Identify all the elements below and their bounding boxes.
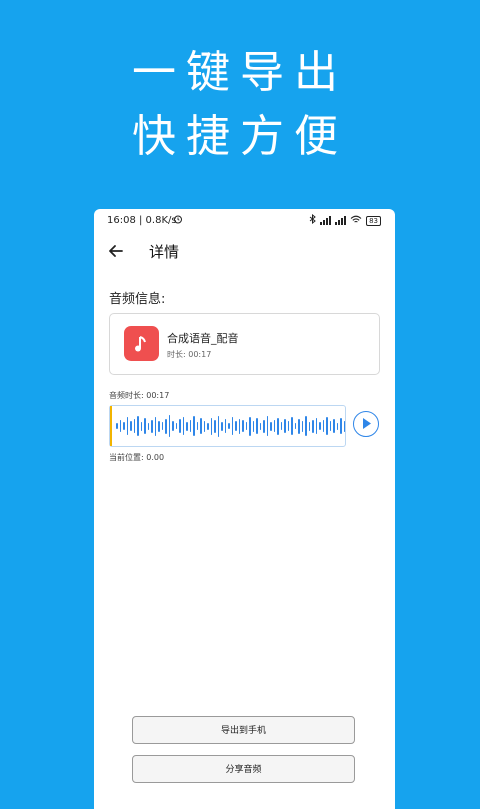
waveform-bar [126,417,128,435]
waveform-bar [217,415,219,437]
waveform-bar [336,422,338,430]
waveform-bar [319,422,321,430]
waveform-bar [154,416,156,436]
waveform-bar [210,417,212,435]
waveform-bar [249,416,251,436]
waveform-bar [140,421,142,431]
waveform-bar [189,420,191,432]
waveform-bar [151,419,153,433]
waveform-bar [242,420,244,432]
waveform-bar [329,421,331,431]
waveform-bar [161,422,163,430]
waveform[interactable] [109,405,346,447]
promo-headline-2: 快捷方便 [132,111,348,162]
waveform-bar [224,419,226,433]
waveform-bar [284,419,286,433]
waveform-bars [116,406,345,446]
waveform-bar [116,423,118,429]
waveform-bar [277,417,279,435]
audio-length-label: 音频时长: 00:17 [109,391,170,400]
waveform-bar [312,419,314,433]
waveform-bar [340,418,342,434]
waveform-bar [165,418,167,434]
waveform-bar [130,421,132,431]
waveform-bar [133,419,135,433]
waveform-bar [214,419,216,433]
waveform-bar [270,421,272,431]
waveform-bar [235,421,237,431]
playhead-cursor[interactable] [110,406,112,446]
waveform-bar [266,416,268,436]
play-button[interactable] [353,411,379,437]
waveform-bar [158,420,160,432]
current-position-label: 当前位置: 0.00 [109,453,165,462]
waveform-bar [172,421,174,431]
phone-screen: 16:08 | 0.8K/s 83 详情 音频信息: 合成语音_配音 时长: 0… [94,209,395,809]
waveform-bar [322,420,324,432]
waveform-bar [252,420,254,432]
waveform-bar [196,422,198,430]
waveform-bar [287,421,289,431]
waveform-bar [305,416,307,436]
status-bar: 16:08 | 0.8K/s 83 [94,209,395,233]
waveform-bar [308,421,310,431]
waveform-bar [298,418,300,434]
music-note-icon [124,326,159,361]
waveform-bar [333,419,335,433]
waveform-bar [147,422,149,430]
waveform-bar [137,416,139,436]
waveform-bar [207,422,209,430]
waveform-bar [326,417,328,435]
waveform-bar [175,423,177,429]
waveform-bar [123,422,125,430]
bluetooth-icon [309,213,316,227]
waveform-bar [263,419,265,433]
battery-icon: 83 [366,215,381,226]
waveform-bar [294,423,296,429]
waveform-bar [238,418,240,434]
waveform-bar [231,417,233,435]
share-audio-button[interactable]: 分享音频 [132,755,355,783]
waveform-bar [245,422,247,430]
waveform-bar [168,415,170,437]
waveform-bar [343,420,345,432]
waveform-bar [273,420,275,432]
waveform-bar [200,418,202,434]
waveform-bar [182,417,184,435]
waveform-bar [144,418,146,434]
waveform-bar [315,418,317,434]
wifi-icon [350,215,362,227]
waveform-bar [301,420,303,432]
status-icons: 83 [309,213,381,227]
waveform-bar [186,421,188,431]
promo-headline-1: 一键导出 [132,47,348,98]
waveform-bar [203,420,205,432]
waveform-bar [119,420,121,432]
waveform-bar [179,419,181,433]
audio-card: 合成语音_配音 时长: 00:17 [109,313,380,375]
waveform-bar [228,423,230,429]
export-to-phone-button[interactable]: 导出到手机 [132,716,355,744]
waveform-bar [256,418,258,434]
page-title: 详情 [149,243,180,261]
waveform-bar [291,417,293,435]
toolbar: 详情 [94,237,395,265]
waveform-bar [280,422,282,430]
back-arrow-icon[interactable] [106,241,126,261]
audio-info-label: 音频信息: [109,292,166,307]
audio-duration: 时长: 00:17 [167,350,212,359]
signal-icon-2 [335,216,347,225]
waveform-bar [221,421,223,431]
waveform-bar [259,422,261,430]
audio-name: 合成语音_配音 [167,332,239,345]
alarm-icon [173,214,183,227]
signal-icon [320,216,332,225]
waveform-bar [193,416,195,436]
status-time: 16:08 | 0.8K/s [107,215,177,226]
